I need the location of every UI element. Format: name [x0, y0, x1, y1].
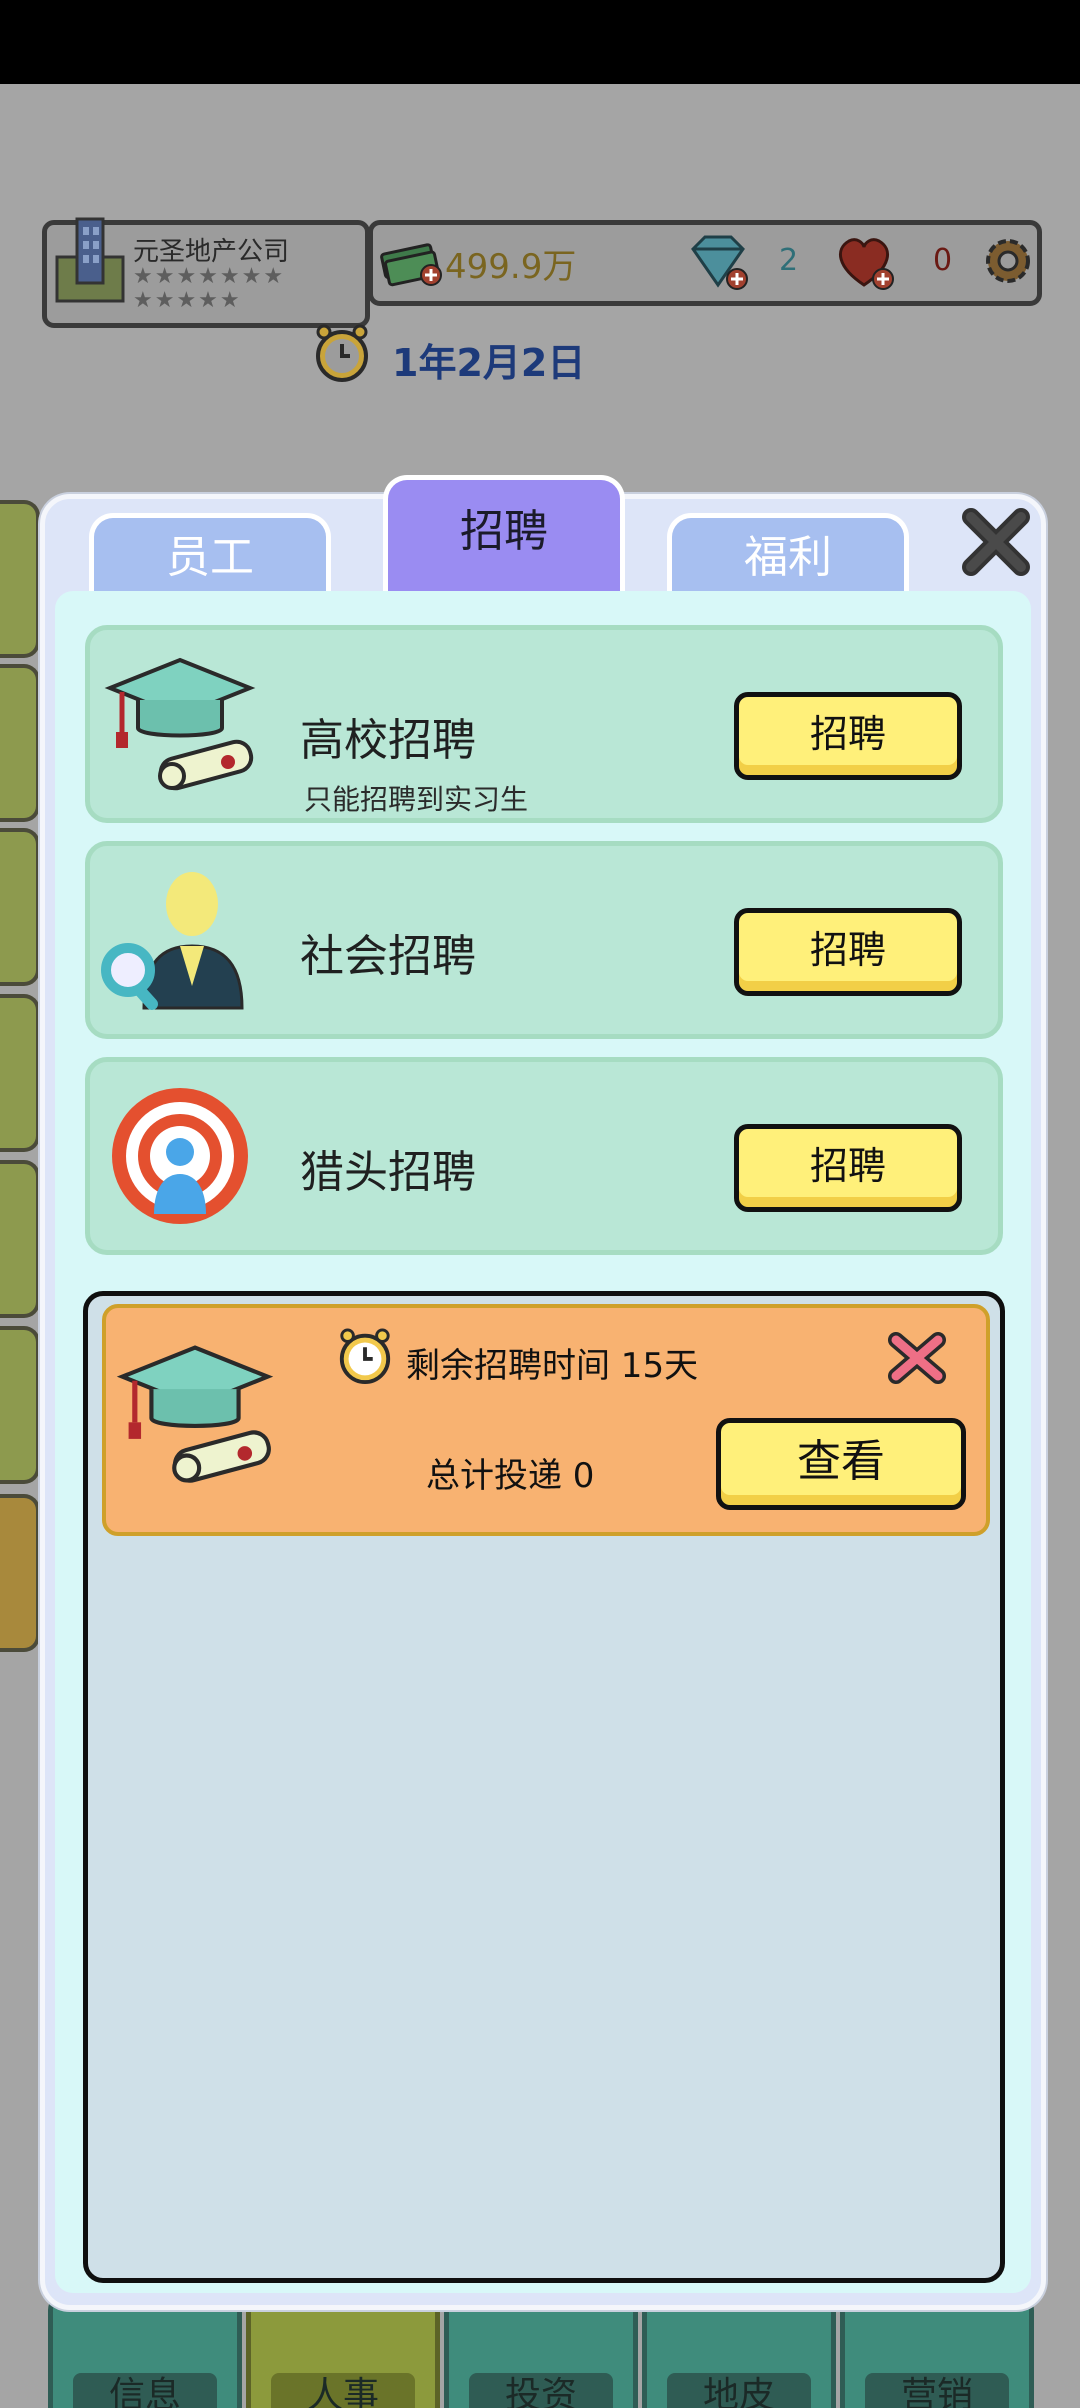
- side-tab[interactable]: [0, 828, 40, 986]
- active-recruitment-list[interactable]: 剩余招聘时间 15天 总计投递 0 查看: [83, 1291, 1005, 2283]
- company-name: 元圣地产公司: [133, 237, 290, 267]
- money-stack-icon: [380, 243, 442, 287]
- rating-stars-row1: ★★★★★★★: [133, 264, 286, 289]
- nav-info[interactable]: 信息: [48, 2294, 242, 2408]
- side-tab[interactable]: [0, 1326, 40, 1484]
- recruit-panel: 高校招聘 只能招聘到实习生 招聘 社会招聘 招聘 猎头招聘 招聘 剩余招聘时间 …: [55, 591, 1031, 2293]
- headhunter-recruit-card: 猎头招聘 招聘: [85, 1057, 1003, 1255]
- campus-recruit-button[interactable]: 招聘: [734, 692, 962, 780]
- graduation-cap-icon: [116, 1345, 274, 1483]
- nav-land-label: 地皮: [667, 2373, 811, 2408]
- game-screen: 元圣地产公司 ★★★★★★★ ★★★★★ 499.9万 2 0 1年2月2日 信…: [0, 84, 1080, 2408]
- cancel-recruitment-icon[interactable]: [886, 1330, 948, 1386]
- settings-gear-icon[interactable]: [981, 233, 1035, 289]
- office-building-icon: [55, 217, 125, 303]
- view-applicants-button[interactable]: 查看: [716, 1418, 966, 1510]
- social-recruit-title: 社会招聘: [300, 931, 476, 982]
- side-tab[interactable]: [0, 500, 40, 658]
- social-recruit-button[interactable]: 招聘: [734, 908, 962, 996]
- side-tab[interactable]: [0, 664, 40, 822]
- nav-personnel[interactable]: 人事: [246, 2294, 440, 2408]
- alarm-clock-icon: [339, 1328, 391, 1385]
- nav-invest[interactable]: 投资: [444, 2294, 638, 2408]
- nav-marketing-label: 营销: [865, 2373, 1009, 2408]
- headhunter-recruit-title: 猎头招聘: [300, 1147, 476, 1198]
- company-rating: ★★★★★★★ ★★★★★: [133, 265, 363, 313]
- campus-recruit-card: 高校招聘 只能招聘到实习生 招聘: [85, 625, 1003, 823]
- resource-bar: 499.9万 2 0: [368, 220, 1042, 306]
- headhunter-target-icon: [112, 1088, 248, 1224]
- close-icon[interactable]: [957, 503, 1035, 581]
- tab-recruit[interactable]: 招聘: [383, 475, 625, 604]
- diamond-count: 2: [779, 243, 799, 278]
- campus-recruit-note: 只能招聘到实习生: [304, 783, 529, 816]
- total-submissions-text: 总计投递 0: [426, 1456, 595, 1496]
- heart-icon[interactable]: [831, 231, 897, 293]
- remaining-time-text: 剩余招聘时间 15天: [406, 1346, 699, 1386]
- date-text: 1年2月2日: [392, 341, 586, 385]
- job-seeker-search-icon: [101, 872, 244, 1010]
- social-recruit-card: 社会招聘 招聘: [85, 841, 1003, 1039]
- nav-info-label: 信息: [73, 2373, 217, 2408]
- heart-count: 0: [933, 243, 953, 278]
- alarm-clock-icon: [316, 324, 368, 382]
- side-tab[interactable]: [0, 994, 40, 1152]
- campus-recruit-title: 高校招聘: [300, 715, 476, 766]
- nav-land[interactable]: 地皮: [642, 2294, 836, 2408]
- rating-stars-row2: ★★★★★: [133, 288, 242, 313]
- headhunter-recruit-button[interactable]: 招聘: [734, 1124, 962, 1212]
- graduation-cap-icon: [104, 657, 256, 791]
- money-amount: 499.9万: [445, 247, 577, 287]
- personnel-modal: 员工 招聘 福利 高校招聘 只能招聘到实习生 招聘 社会招聘 招聘 猎头招聘 招…: [40, 475, 1046, 2310]
- side-tab[interactable]: [0, 1160, 40, 1318]
- side-tab[interactable]: [0, 1494, 40, 1652]
- nav-invest-label: 投资: [469, 2373, 613, 2408]
- active-recruitment-item: 剩余招聘时间 15天 总计投递 0 查看: [102, 1304, 990, 1536]
- nav-personnel-label: 人事: [271, 2373, 415, 2408]
- nav-marketing[interactable]: 营销: [840, 2294, 1034, 2408]
- diamond-icon[interactable]: [685, 231, 751, 293]
- company-card[interactable]: 元圣地产公司 ★★★★★★★ ★★★★★: [42, 217, 370, 328]
